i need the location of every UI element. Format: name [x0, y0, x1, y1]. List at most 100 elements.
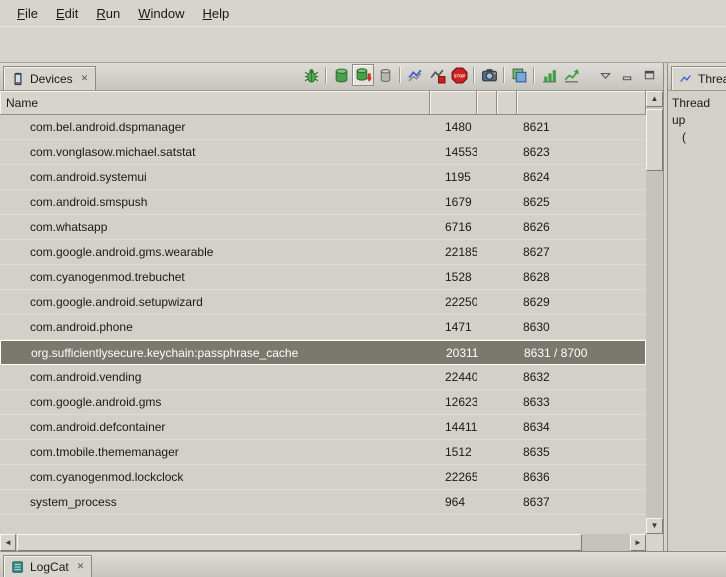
tab-logcat[interactable]: LogCat ✕ [3, 555, 92, 577]
table-row[interactable]: com.whatsapp67168626 [0, 215, 646, 240]
main-window: FileEditRunWindowHelp Devices ✕ STOP Nam… [0, 0, 726, 577]
table-row[interactable]: com.android.defcontainer144118634 [0, 415, 646, 440]
process-pid: 14553 [430, 145, 477, 159]
horizontal-scroll-thumb[interactable] [17, 534, 582, 551]
table-row[interactable]: com.android.smspush16798625 [0, 190, 646, 215]
close-icon[interactable]: ✕ [81, 73, 89, 84]
update-heap-icon[interactable] [330, 64, 352, 86]
process-port: 8631 / 8700 [518, 346, 645, 360]
table-rows: com.bel.android.dspmanager14808621com.vo… [0, 115, 646, 534]
table-row[interactable]: org.sufficientlysecure.keychain:passphra… [0, 340, 646, 365]
process-pid: 14411 [430, 420, 477, 434]
table-row[interactable]: com.android.systemui11958624 [0, 165, 646, 190]
process-port: 8632 [517, 370, 646, 384]
devices-tabbar: Devices ✕ STOP [0, 63, 663, 91]
tab-threads[interactable]: Threads ✕ [671, 66, 726, 90]
table-row[interactable]: com.vonglasow.michael.satstat145538623 [0, 140, 646, 165]
menu-run[interactable]: Run [87, 3, 129, 24]
toolbar-separator [399, 67, 401, 83]
process-pid: 1679 [430, 195, 477, 209]
column-header-pid[interactable] [430, 91, 477, 115]
table-row[interactable]: com.cyanogenmod.lockclock222658636 [0, 465, 646, 490]
tab-threads-label: Threads [698, 72, 726, 86]
process-port: 8626 [517, 220, 646, 234]
devices-toolbar: STOP [300, 62, 663, 90]
screen-capture-icon[interactable] [478, 64, 500, 86]
table-row[interactable]: com.android.vending224408632 [0, 365, 646, 390]
table-header: Name [0, 91, 646, 115]
process-port: 8628 [517, 270, 646, 284]
toolbar-separator [325, 67, 327, 83]
process-pid: 1471 [430, 320, 477, 334]
scroll-right-icon[interactable]: ► [630, 534, 646, 551]
minimize-icon[interactable] [616, 64, 638, 86]
tab-logcat-label: LogCat [30, 560, 69, 574]
process-port: 8635 [517, 445, 646, 459]
scrollbar-corner [646, 534, 663, 551]
process-pid: 1512 [430, 445, 477, 459]
view-menu-icon[interactable] [594, 64, 616, 86]
threads-message-line2: ( [672, 129, 722, 146]
table-row[interactable]: com.cyanogenmod.trebuchet15288628 [0, 265, 646, 290]
process-pid: 12623 [430, 395, 477, 409]
column-header-name[interactable]: Name [0, 91, 430, 115]
maximize-icon[interactable] [638, 64, 660, 86]
process-pid: 1195 [430, 170, 477, 184]
scroll-up-icon[interactable]: ▲ [646, 91, 663, 107]
table-row[interactable]: system_process964 8637 [0, 490, 646, 515]
close-icon[interactable]: ✕ [77, 561, 85, 572]
stop-profiling-icon[interactable] [426, 64, 448, 86]
table-row[interactable]: com.tmobile.thememanager15128635 [0, 440, 646, 465]
table-row[interactable]: com.google.android.gms12623 8633 [0, 390, 646, 415]
tab-devices-label: Devices [30, 72, 73, 86]
process-name: com.android.defcontainer [0, 420, 430, 434]
process-port: 8637 [517, 495, 646, 509]
toolbar-separator [503, 67, 505, 83]
menu-window[interactable]: Window [129, 3, 193, 24]
threads-panel: Threads ✕ Thread up ( [667, 63, 726, 551]
menu-edit[interactable]: Edit [47, 3, 87, 24]
process-pid: 22250 [430, 295, 477, 309]
column-header-port[interactable] [517, 91, 646, 115]
process-pid: 22185 [430, 245, 477, 259]
dump-hprof-icon[interactable] [352, 64, 374, 86]
method-profiling-icon[interactable] [560, 64, 582, 86]
debug-icon[interactable] [300, 64, 322, 86]
process-pid: 1480 [430, 120, 477, 134]
toolbar-separator [533, 67, 535, 83]
process-port: 8633 [517, 395, 646, 409]
process-name: com.android.systemui [0, 170, 430, 184]
device-icon [11, 72, 25, 86]
column-header-spacer2[interactable] [497, 91, 517, 115]
process-pid: 6716 [430, 220, 477, 234]
allocation-tracker-icon[interactable] [538, 64, 560, 86]
process-pid: 20311 [431, 346, 478, 360]
scroll-left-icon[interactable]: ◄ [0, 534, 16, 551]
horizontal-scrollbar: ◄ ► [0, 534, 646, 551]
menu-help[interactable]: Help [193, 3, 238, 24]
table-row[interactable]: com.bel.android.dspmanager14808621 [0, 115, 646, 140]
vertical-scroll-thumb[interactable] [646, 109, 663, 171]
table-row[interactable]: com.google.android.setupwizard22250 8629 [0, 290, 646, 315]
process-pid: 22265 [430, 470, 477, 484]
vertical-scrollbar: ▲ ▼ [646, 91, 663, 534]
column-header-spacer1[interactable] [477, 91, 497, 115]
process-port: 8630 [517, 320, 646, 334]
table-row[interactable]: com.google.android.gms.wearable221858627 [0, 240, 646, 265]
devices-table: Name com.bel.android.dspmanager14808621c… [0, 91, 663, 551]
table-row[interactable]: com.android.phone14718630 [0, 315, 646, 340]
logcat-bar: LogCat ✕ [0, 551, 726, 577]
menu-file[interactable]: File [8, 3, 47, 24]
ui-hierarchy-icon[interactable] [508, 64, 530, 86]
process-port: 8629 [517, 295, 646, 309]
process-pid: 964 [430, 495, 477, 509]
process-name: system_process [0, 495, 430, 509]
stop-process-icon[interactable]: STOP [448, 64, 470, 86]
process-name: com.google.android.setupwizard [0, 295, 430, 309]
process-name: com.android.smspush [0, 195, 430, 209]
cause-gc-icon[interactable] [374, 64, 396, 86]
update-threads-icon[interactable] [404, 64, 426, 86]
process-name: com.google.android.gms [0, 395, 430, 409]
tab-devices[interactable]: Devices ✕ [3, 66, 96, 90]
scroll-down-icon[interactable]: ▼ [646, 518, 663, 534]
